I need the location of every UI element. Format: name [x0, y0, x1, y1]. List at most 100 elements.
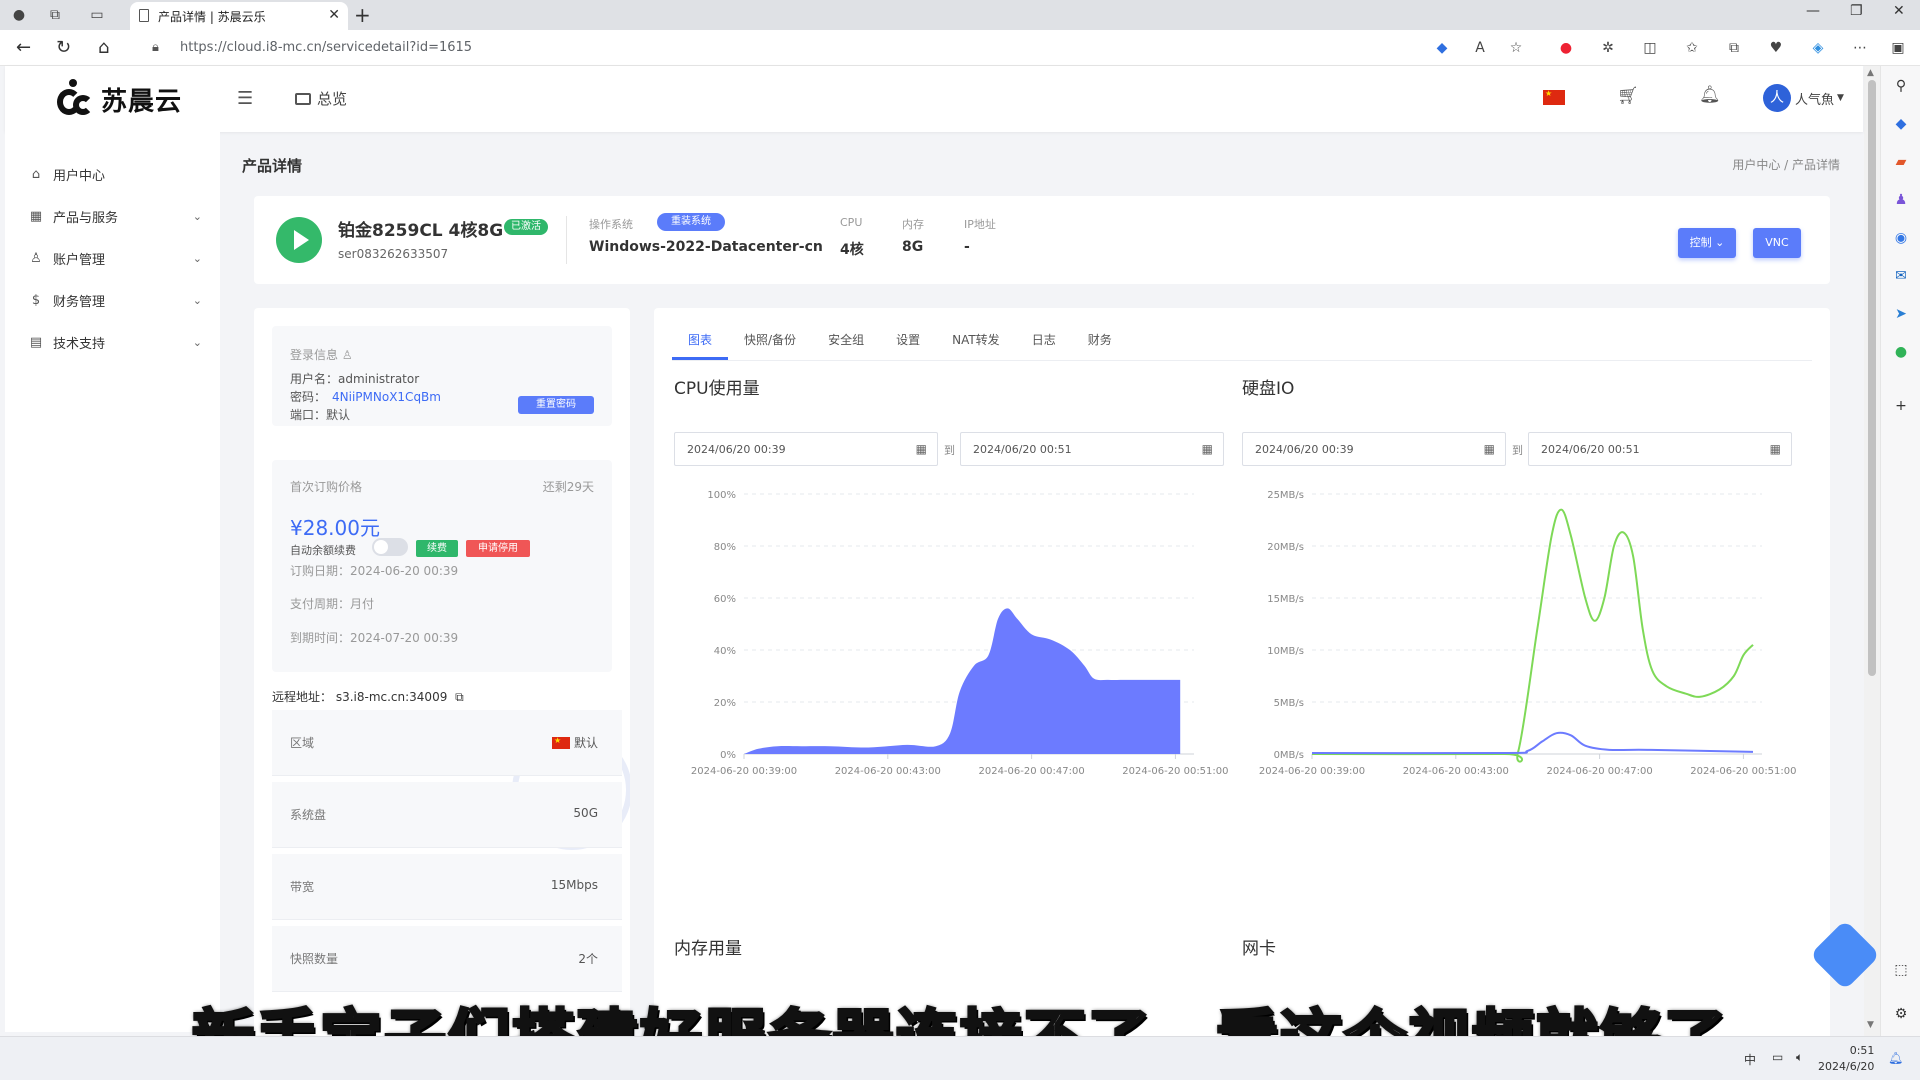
- os-label: 操作系统: [589, 218, 633, 231]
- new-tab-button[interactable]: +: [354, 3, 371, 27]
- memory-value: 8G: [902, 239, 924, 255]
- language-flag[interactable]: [1543, 89, 1565, 109]
- cart-icon[interactable]: 🛒︎: [1617, 86, 1639, 106]
- menu-item-label: 账户管理: [53, 252, 106, 268]
- control-label: 控制: [1689, 236, 1712, 249]
- taskbar: 中 ▭ 🔈︎ 0:51 2024/6/20 🔔︎: [0, 1036, 1920, 1080]
- menu-item-products[interactable]: ▦ 产品与服务 ⌄: [27, 204, 202, 228]
- logo[interactable]: 苏晨云: [55, 76, 182, 122]
- menu-item-support[interactable]: ▤ 技术支持 ⌄: [27, 330, 202, 354]
- games-icon[interactable]: ♟: [1891, 190, 1911, 210]
- menu-item-finance[interactable]: $ 财务管理 ⌄: [27, 288, 202, 312]
- tab-snapshots[interactable]: 快照/备份: [728, 330, 812, 360]
- clock-time: 0:51: [1849, 1044, 1875, 1057]
- x-tick-label: 2024-06-20 00:47:00: [1546, 766, 1652, 777]
- shopping-icon[interactable]: ◆: [1891, 114, 1911, 134]
- clock[interactable]: 0:51 2024/6/20: [1818, 1043, 1874, 1075]
- spec-row-region: 区域 默认: [272, 710, 622, 776]
- order-date: 订购日期：2024-06-20 00:39: [290, 564, 459, 578]
- y-tick-label: 20MB/s: [1267, 542, 1304, 553]
- tab-nat[interactable]: NAT转发: [936, 330, 1016, 360]
- search-icon[interactable]: ⚲: [1891, 76, 1911, 96]
- close-tab-icon[interactable]: ✕: [328, 7, 340, 23]
- reinstall-os-button[interactable]: 重装系统: [657, 213, 725, 231]
- network-icon[interactable]: ▭: [1772, 1050, 1783, 1064]
- tab-title: 产品详情 | 苏晨云乐: [158, 10, 266, 24]
- coin-icon: $: [31, 292, 41, 308]
- y-tick-label: 15MB/s: [1267, 594, 1304, 605]
- tab-actions-icon[interactable]: ▭: [88, 6, 106, 24]
- tab-security-group[interactable]: 安全组: [812, 330, 880, 360]
- disk-from-date[interactable]: 2024/06/20 00:39 ▦: [1242, 432, 1506, 466]
- request-stop-button[interactable]: 申请停用: [466, 540, 530, 557]
- split-screen-icon[interactable]: ◫: [1640, 38, 1660, 58]
- more-menu-icon[interactable]: ⋯: [1850, 38, 1870, 58]
- overview-link[interactable]: 总览: [295, 88, 347, 109]
- add-app-icon[interactable]: +: [1891, 396, 1911, 416]
- read-aloud-icon[interactable]: A: [1470, 38, 1490, 58]
- reset-password-button[interactable]: 重置密码: [518, 396, 594, 414]
- office-icon[interactable]: ◉: [1891, 228, 1911, 248]
- home-icon[interactable]: ⌂: [98, 37, 109, 58]
- volume-icon[interactable]: 🔈︎: [1796, 1050, 1803, 1065]
- profile-icon[interactable]: ●: [10, 6, 28, 24]
- browser-tab[interactable]: 产品详情 | 苏晨云乐 ✕: [130, 2, 348, 30]
- ime-indicator[interactable]: 中: [1744, 1051, 1756, 1068]
- outlook-icon[interactable]: ✉: [1891, 266, 1911, 286]
- collections-icon[interactable]: ⧉: [1724, 38, 1744, 58]
- spec-row-system-disk: 系统盘 50G: [272, 782, 622, 848]
- copilot-icon[interactable]: ◈: [1808, 38, 1828, 58]
- minimize-button[interactable]: —: [1806, 3, 1820, 19]
- app-icon[interactable]: ●: [1891, 342, 1911, 362]
- shield-icon[interactable]: ◆: [1432, 38, 1452, 58]
- bell-icon[interactable]: 🔔︎: [1699, 85, 1721, 105]
- control-dropdown-button[interactable]: 控制 ⌄: [1678, 228, 1736, 258]
- expire-date: 到期时间：2024-07-20 00:39: [290, 631, 459, 645]
- maximize-button[interactable]: ❐: [1850, 3, 1863, 19]
- sidebar-toggle-icon[interactable]: ▣: [1888, 38, 1908, 58]
- menu-toggle-icon[interactable]: ☰: [237, 88, 253, 109]
- menu-item-label: 技术支持: [53, 336, 106, 352]
- close-window-button[interactable]: ✕: [1893, 3, 1905, 19]
- favorite-star-icon[interactable]: ☆: [1506, 38, 1526, 58]
- tab-logs[interactable]: 日志: [1016, 330, 1072, 360]
- spec-value: 默认: [551, 734, 598, 751]
- tab-finance[interactable]: 财务: [1072, 330, 1128, 360]
- power-play-button[interactable]: [276, 217, 322, 263]
- extensions-puzzle-icon[interactable]: ✲: [1598, 38, 1618, 58]
- tab-settings[interactable]: 设置: [880, 330, 936, 360]
- send-icon[interactable]: ➤: [1891, 304, 1911, 324]
- cpu-to-date[interactable]: 2024/06/20 00:51 ▦: [960, 432, 1224, 466]
- screenshot-icon[interactable]: ⬚: [1891, 960, 1911, 980]
- tab-charts[interactable]: 图表: [672, 330, 729, 360]
- user-menu[interactable]: 人 人气魚 ▼: [1763, 84, 1844, 112]
- refresh-icon[interactable]: ↻: [56, 37, 71, 58]
- disk-to-date[interactable]: 2024/06/20 00:51 ▦: [1528, 432, 1792, 466]
- menu-item-user-center[interactable]: ⌂ 用户中心: [27, 162, 202, 186]
- tools-icon[interactable]: ▰: [1891, 152, 1911, 172]
- password-value[interactable]: 4NiiPMNoX1CqBm: [332, 390, 441, 404]
- notification-bell-icon[interactable]: 🔔︎: [1888, 1051, 1903, 1065]
- scroll-up-icon[interactable]: ▲: [1867, 68, 1874, 78]
- url-text: https://cloud.i8-mc.cn/servicedetail?id=…: [180, 40, 473, 55]
- auto-renew-toggle[interactable]: [372, 538, 408, 556]
- back-icon[interactable]: ←: [16, 37, 31, 58]
- performance-icon[interactable]: ♥: [1766, 38, 1786, 58]
- cpu-from-date[interactable]: 2024/06/20 00:39 ▦: [674, 432, 938, 466]
- menu-item-account[interactable]: ♙ 账户管理 ⌄: [27, 246, 202, 270]
- chevron-down-icon: ⌄: [192, 293, 202, 307]
- extension-icon[interactable]: ●: [1556, 38, 1576, 58]
- copy-icon[interactable]: ⧉: [455, 690, 464, 704]
- vnc-button[interactable]: VNC: [1753, 228, 1801, 258]
- favorites-icon[interactable]: ✩: [1682, 38, 1702, 58]
- memory-label: 内存: [902, 218, 924, 231]
- username-text: 用户名：administrator: [290, 372, 420, 386]
- renew-button[interactable]: 续费: [416, 540, 458, 557]
- breadcrumb[interactable]: 用户中心 / 产品详情: [1732, 156, 1840, 173]
- page-scrollbar[interactable]: ▲ ▼: [1864, 66, 1880, 1036]
- workspaces-icon[interactable]: ⧉: [46, 6, 64, 24]
- browser-tabstrip: ● ⧉ ▭ 产品详情 | 苏晨云乐 ✕ + — ❐ ✕: [0, 0, 1920, 30]
- url-field[interactable]: 🔒︎ https://cloud.i8-mc.cn/servicedetail?…: [136, 34, 1466, 62]
- scrollbar-thumb[interactable]: [1868, 80, 1876, 676]
- home-icon: ⌂: [31, 166, 41, 182]
